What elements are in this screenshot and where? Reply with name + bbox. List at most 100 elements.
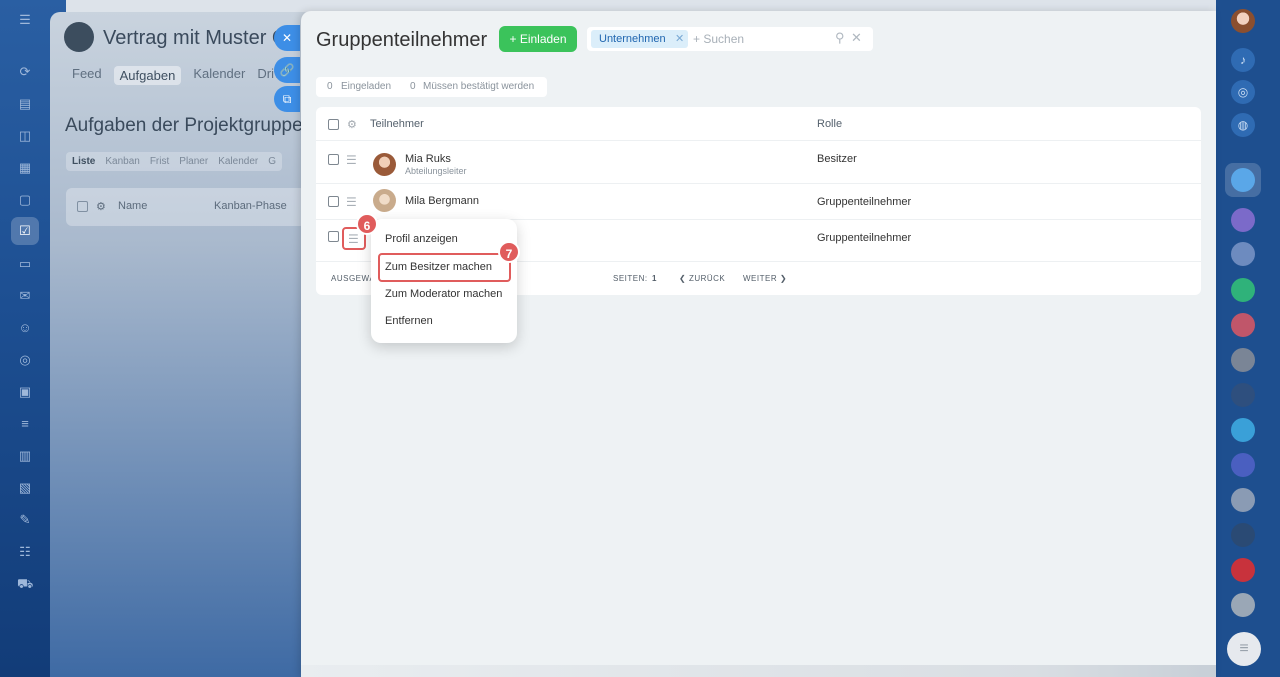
- pending-label[interactable]: Müssen bestätigt werden: [423, 77, 534, 97]
- plus-icon: +: [509, 32, 520, 46]
- contact-avatar-5[interactable]: [1231, 348, 1255, 372]
- pages-label: SEITEN:: [613, 274, 648, 283]
- contact-avatar-9[interactable]: [1231, 488, 1255, 512]
- contact-avatar-3[interactable]: [1231, 278, 1255, 302]
- tasks-icon[interactable]: ☑: [17, 223, 33, 239]
- clear-search-icon[interactable]: ✕: [851, 30, 862, 46]
- bookmark-icon[interactable]: [1231, 168, 1255, 192]
- invite-button-label: Einladen: [519, 32, 567, 46]
- tab-tasks[interactable]: Aufgaben: [113, 66, 182, 85]
- prev-page-button[interactable]: ❮ ZURÜCK: [679, 274, 725, 283]
- selected-count-label: AUSGEWÄ: [331, 274, 376, 283]
- prev-page-label: ZURÜCK: [688, 274, 726, 283]
- left-sidebar: ☰ ⟳ ▤ ◫ ▦ ▢ ☑ ▭ ✉ ☺ ◎ ▣ ≡ ▥ ▧ ✎ ☷ ⛟: [0, 0, 50, 677]
- project-avatar: [64, 22, 94, 52]
- row-divider: [316, 183, 1201, 184]
- step-badge-6: 6: [356, 213, 378, 235]
- activity-icon[interactable]: ◎: [1231, 80, 1255, 104]
- monitor-icon[interactable]: ▣: [17, 384, 33, 400]
- remove-chip-icon[interactable]: ✕: [675, 31, 684, 47]
- menu-item-make-owner[interactable]: Zum Besitzer machen: [385, 261, 492, 273]
- column-member: Teilnehmer: [370, 118, 424, 130]
- member-counters: 0 Eingeladen 0 Müssen bestätigt werden: [316, 77, 547, 97]
- chat-icon[interactable]: ◫: [17, 128, 33, 144]
- search-input-placeholder[interactable]: + Suchen: [693, 32, 744, 46]
- pulse-icon[interactable]: ⟳: [17, 64, 33, 80]
- search-chat-icon[interactable]: ◍: [1231, 113, 1255, 137]
- open-new-window-icon[interactable]: ⧉: [274, 86, 300, 112]
- view-calendar[interactable]: Kalender: [218, 156, 258, 167]
- contacts-icon[interactable]: ☺: [17, 320, 33, 336]
- calendar-icon[interactable]: ▦: [17, 160, 33, 176]
- contact-avatar-1[interactable]: [1231, 208, 1255, 232]
- row-checkbox[interactable]: [328, 231, 339, 242]
- step-badge-7: 7: [498, 241, 520, 263]
- member-position: Abteilungsleiter: [405, 166, 467, 176]
- project-title: Vertrag mit Muster C: [103, 27, 287, 49]
- document-icon[interactable]: ▢: [17, 192, 33, 208]
- view-deadline[interactable]: Frist: [150, 156, 169, 167]
- tab-calendar[interactable]: Kalender: [193, 66, 245, 85]
- mail-icon[interactable]: ✉: [17, 288, 33, 304]
- cart-icon[interactable]: ⛟: [17, 576, 33, 592]
- row-checkbox[interactable]: [328, 154, 339, 165]
- crm-icon[interactable]: ▭: [17, 256, 33, 272]
- invited-count: 0: [327, 81, 333, 92]
- row-checkbox[interactable]: [328, 196, 339, 207]
- member-role: Gruppenteilnehmer: [817, 232, 912, 244]
- contact-avatar-6[interactable]: [1231, 383, 1255, 407]
- menu-icon[interactable]: ☰: [17, 12, 33, 28]
- user-avatar[interactable]: [1231, 9, 1255, 33]
- member-name[interactable]: Mia Ruks: [405, 153, 451, 165]
- menu-item-remove[interactable]: Entfernen: [385, 315, 433, 327]
- edit-icon[interactable]: ✎: [17, 512, 33, 528]
- select-all-checkbox[interactable]: [328, 119, 339, 130]
- member-role: Gruppenteilnehmer: [817, 196, 912, 208]
- menu-item-make-moderator[interactable]: Zum Moderator machen: [385, 288, 502, 300]
- row-divider: [316, 140, 1201, 141]
- member-role: Besitzer: [817, 153, 857, 165]
- contact-avatar-10[interactable]: [1231, 523, 1255, 547]
- row-menu-icon[interactable]: ☰: [346, 196, 357, 208]
- box-icon[interactable]: ▧: [17, 480, 33, 496]
- copy-link-icon[interactable]: 🔗: [274, 57, 300, 83]
- avatar: [373, 189, 396, 212]
- tasks-settings-icon[interactable]: ⚙: [96, 200, 106, 213]
- table-settings-icon[interactable]: ⚙: [347, 118, 357, 131]
- member-name[interactable]: Mila Bergmann: [405, 195, 479, 207]
- row-menu-icon[interactable]: ☰: [348, 233, 359, 245]
- invited-label[interactable]: Eingeladen: [341, 77, 391, 97]
- search-icon[interactable]: ⚲: [835, 30, 845, 46]
- filter-chip[interactable]: Unternehmen: [591, 30, 688, 48]
- tab-feed[interactable]: Feed: [72, 66, 102, 85]
- view-planner[interactable]: Planer: [179, 156, 208, 167]
- notification-bell-icon[interactable]: ♪: [1231, 48, 1255, 72]
- contact-avatar-11[interactable]: [1231, 558, 1255, 582]
- filter-icon[interactable]: ≡: [17, 416, 33, 432]
- contact-avatar-12[interactable]: [1231, 593, 1255, 617]
- contact-avatar-4[interactable]: [1231, 313, 1255, 337]
- team-icon[interactable]: ☷: [17, 544, 33, 560]
- contact-avatar-2[interactable]: [1231, 242, 1255, 266]
- pending-count: 0: [410, 81, 416, 92]
- view-kanban[interactable]: Kanban: [105, 156, 139, 167]
- invite-button[interactable]: + Einladen: [499, 26, 577, 52]
- panel-bottom-edge: [301, 665, 1216, 677]
- column-role: Rolle: [817, 118, 843, 130]
- tasks-select-all-checkbox[interactable]: [77, 201, 88, 212]
- next-page-label: WEITER: [743, 274, 778, 283]
- target-icon[interactable]: ◎: [17, 352, 33, 368]
- current-page: 1: [652, 274, 657, 283]
- row-menu-icon[interactable]: ☰: [346, 154, 357, 166]
- view-list[interactable]: Liste: [72, 156, 95, 167]
- contact-avatar-7[interactable]: [1231, 418, 1255, 442]
- contact-avatar-8[interactable]: [1231, 453, 1255, 477]
- tasks-column-kanban: Kanban-Phase: [214, 200, 287, 212]
- chat-list-button[interactable]: ≡: [1227, 632, 1261, 666]
- view-gantt[interactable]: G: [268, 156, 276, 167]
- menu-item-view-profile[interactable]: Profil anzeigen: [385, 233, 458, 245]
- feed-icon[interactable]: ▤: [17, 96, 33, 112]
- close-panel-button[interactable]: ✕: [274, 25, 300, 51]
- window-icon[interactable]: ▥: [17, 448, 33, 464]
- next-page-button[interactable]: WEITER ❯: [743, 274, 787, 283]
